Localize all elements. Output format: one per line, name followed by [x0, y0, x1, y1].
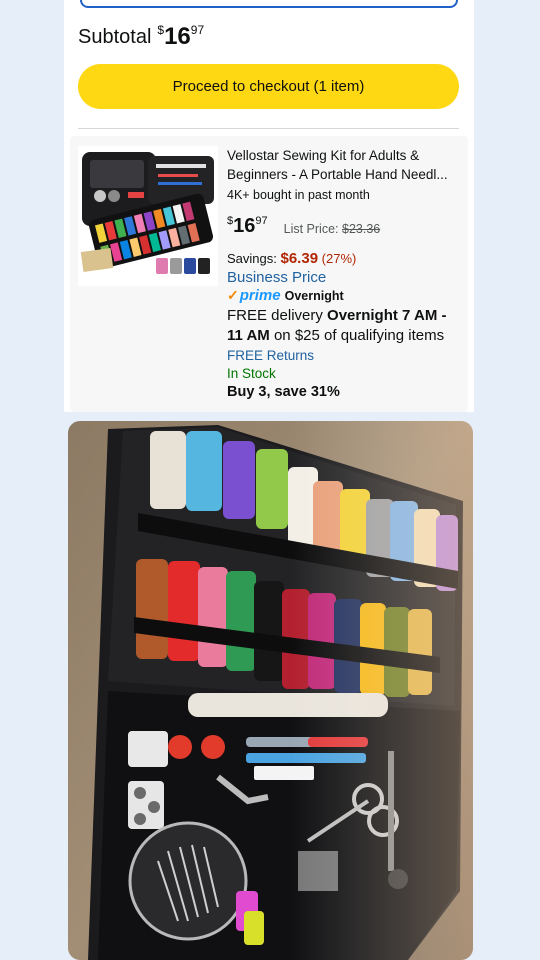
- free-returns-link[interactable]: FREE Returns: [227, 348, 463, 363]
- prime-speed: Overnight: [284, 288, 344, 303]
- item-price: $ 16 97: [227, 214, 268, 238]
- subtotal-fraction: 97: [190, 23, 205, 37]
- price-row: $ 16 97 List Price: $23.36: [227, 208, 463, 238]
- prime-label: prime: [239, 287, 281, 304]
- product-photo: [68, 421, 473, 960]
- proceed-to-checkout-button[interactable]: Proceed to checkout (1 item): [78, 64, 459, 109]
- savings-amount: $6.39: [280, 250, 319, 267]
- stock-status: In Stock: [227, 366, 276, 381]
- bought-count: 4K+ bought in past month: [227, 188, 370, 202]
- price-whole: 16: [233, 215, 256, 237]
- price-fraction: 97: [255, 215, 268, 227]
- cart-panel: Subtotal $ 16 97 Proceed to checkout (1 …: [64, 0, 474, 412]
- divider: [78, 128, 459, 129]
- prime-logo: ✓ prime: [227, 287, 281, 304]
- sewing-kit-photo: [68, 421, 473, 960]
- item-details: Vellostar Sewing Kit for Adults & Beginn…: [227, 146, 463, 400]
- cart-item[interactable]: Vellostar Sewing Kit for Adults & Beginn…: [70, 136, 468, 412]
- subtotal-whole: 16: [164, 23, 191, 50]
- delivery-suffix: on $25 of qualifying items: [273, 327, 445, 344]
- product-title-link[interactable]: Vellostar Sewing Kit for Adults & Beginn…: [227, 146, 463, 184]
- delivery-info: FREE delivery Overnight 7 AM - 11 AM on …: [227, 306, 463, 346]
- subtotal-label: Subtotal: [78, 26, 152, 48]
- prime-check-icon: ✓: [227, 287, 239, 303]
- savings-percent: (27%): [321, 251, 357, 266]
- business-price-link[interactable]: Business Price: [227, 269, 463, 286]
- promo-text: Buy 3, save 31%: [227, 384, 340, 400]
- subtotal-currency: $: [157, 23, 165, 37]
- delivery-prefix: FREE delivery: [227, 307, 323, 324]
- list-price-label: List Price:: [283, 222, 339, 236]
- prime-badge: ✓ prime Overnight: [227, 287, 463, 304]
- product-thumbnail[interactable]: [78, 146, 218, 286]
- subtotal: Subtotal $ 16 97: [78, 22, 204, 52]
- list-price-value: $23.36: [342, 222, 381, 236]
- savings: Savings: $6.39 (27%): [227, 250, 463, 267]
- list-price: List Price: $23.36: [284, 222, 381, 236]
- savings-label: Savings:: [227, 251, 277, 266]
- previous-section-edge: [80, 0, 458, 8]
